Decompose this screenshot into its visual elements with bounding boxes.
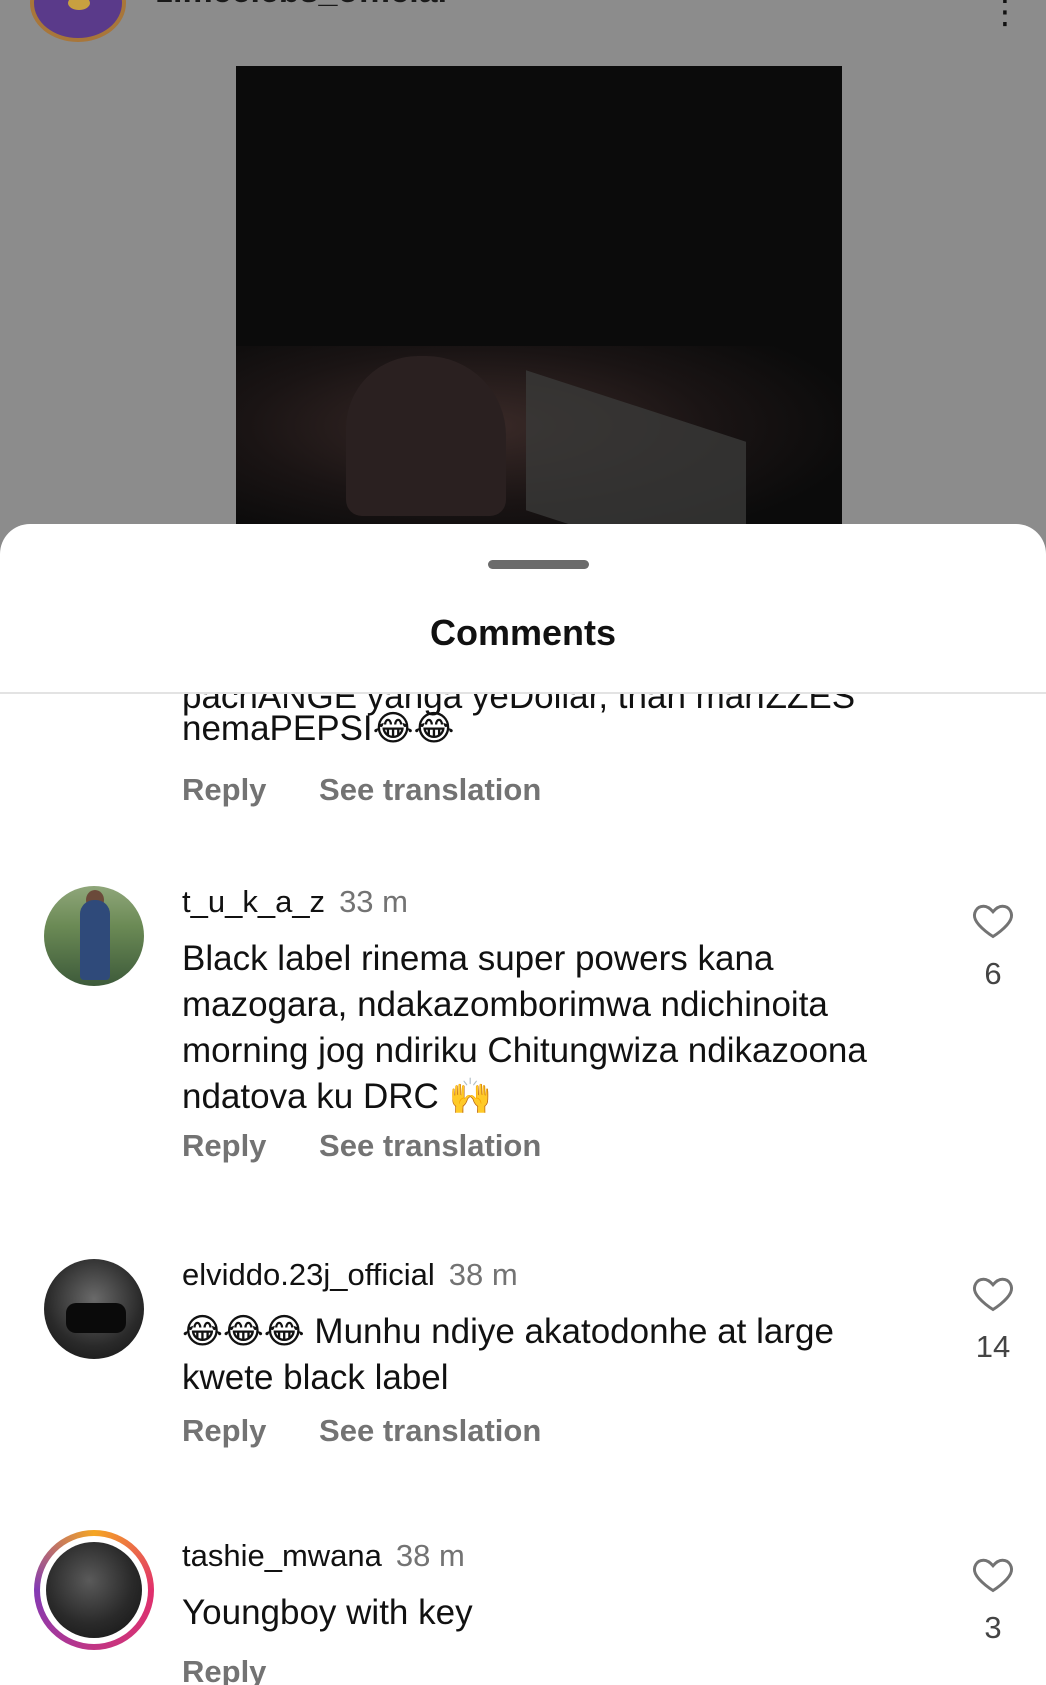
comment-username-row: t_u_k_a_z 33 m xyxy=(182,884,408,920)
avatar-figure xyxy=(80,900,110,980)
like-count: 3 xyxy=(984,1610,1002,1645)
reply-button[interactable]: Reply xyxy=(182,772,266,807)
avatar-mask xyxy=(66,1303,126,1333)
comments-sheet: Comments pachANGE yanga yeDollar, than m… xyxy=(0,524,1046,1685)
sheet-title: Comments xyxy=(429,612,617,653)
avatar[interactable] xyxy=(44,1259,144,1359)
heart-icon[interactable] xyxy=(970,898,1016,942)
see-translation-button[interactable]: See translation xyxy=(319,1128,541,1163)
more-dots-icon[interactable]: ⋮ xyxy=(988,0,1022,29)
comment-actions: Reply See translation xyxy=(182,772,585,808)
avatar xyxy=(46,1542,142,1638)
comment-username[interactable]: elviddo.23j_official xyxy=(182,1257,435,1292)
comment-actions: Reply xyxy=(182,1654,310,1685)
reply-button[interactable]: Reply xyxy=(182,1128,266,1163)
comments-list[interactable]: pachANGE yanga yeDollar, than marIZZES n… xyxy=(0,694,1046,1685)
see-translation-button[interactable]: See translation xyxy=(319,772,541,807)
post-video[interactable] xyxy=(236,66,842,540)
reply-button[interactable]: Reply xyxy=(182,1413,266,1448)
post-author-username[interactable]: zimcelebs_official xyxy=(156,0,447,11)
comment-username-row: elviddo.23j_official 38 m xyxy=(182,1257,518,1293)
comment-text: 😂😂😂 Munhu ndiye akatodonhe at large kwet… xyxy=(182,1312,834,1397)
comment-text: nemaPEPSI😂😂 xyxy=(182,709,455,748)
comment-time: 38 m xyxy=(395,1538,465,1573)
comment-username-row: tashie_mwana 38 m xyxy=(182,1538,465,1574)
comment-actions: Reply See translation xyxy=(182,1413,585,1449)
heart-icon[interactable] xyxy=(970,1552,1016,1596)
comment-text: Black label rinema super powers kana maz… xyxy=(182,939,867,1116)
comment-actions: Reply See translation xyxy=(182,1128,585,1164)
post-author-avatar[interactable] xyxy=(30,0,126,42)
video-frame-figure xyxy=(346,356,506,516)
reply-button[interactable]: Reply xyxy=(182,1654,266,1685)
heart-icon[interactable] xyxy=(970,1271,1016,1315)
like-count: 6 xyxy=(984,956,1002,991)
post-background: zimcelebs_official ⋮ xyxy=(0,0,1046,540)
comment-username[interactable]: t_u_k_a_z xyxy=(182,884,325,919)
comment-username[interactable]: tashie_mwana xyxy=(182,1538,382,1573)
see-translation-button[interactable]: See translation xyxy=(319,1413,541,1448)
comment-time: 33 m xyxy=(339,884,408,919)
drag-handle[interactable] xyxy=(488,560,589,569)
like-count: 14 xyxy=(975,1329,1011,1364)
avatar[interactable] xyxy=(44,886,144,986)
comment-text: Youngboy with key xyxy=(182,1593,473,1632)
avatar-with-story-ring[interactable] xyxy=(34,1530,154,1650)
comment-time: 38 m xyxy=(448,1257,518,1292)
